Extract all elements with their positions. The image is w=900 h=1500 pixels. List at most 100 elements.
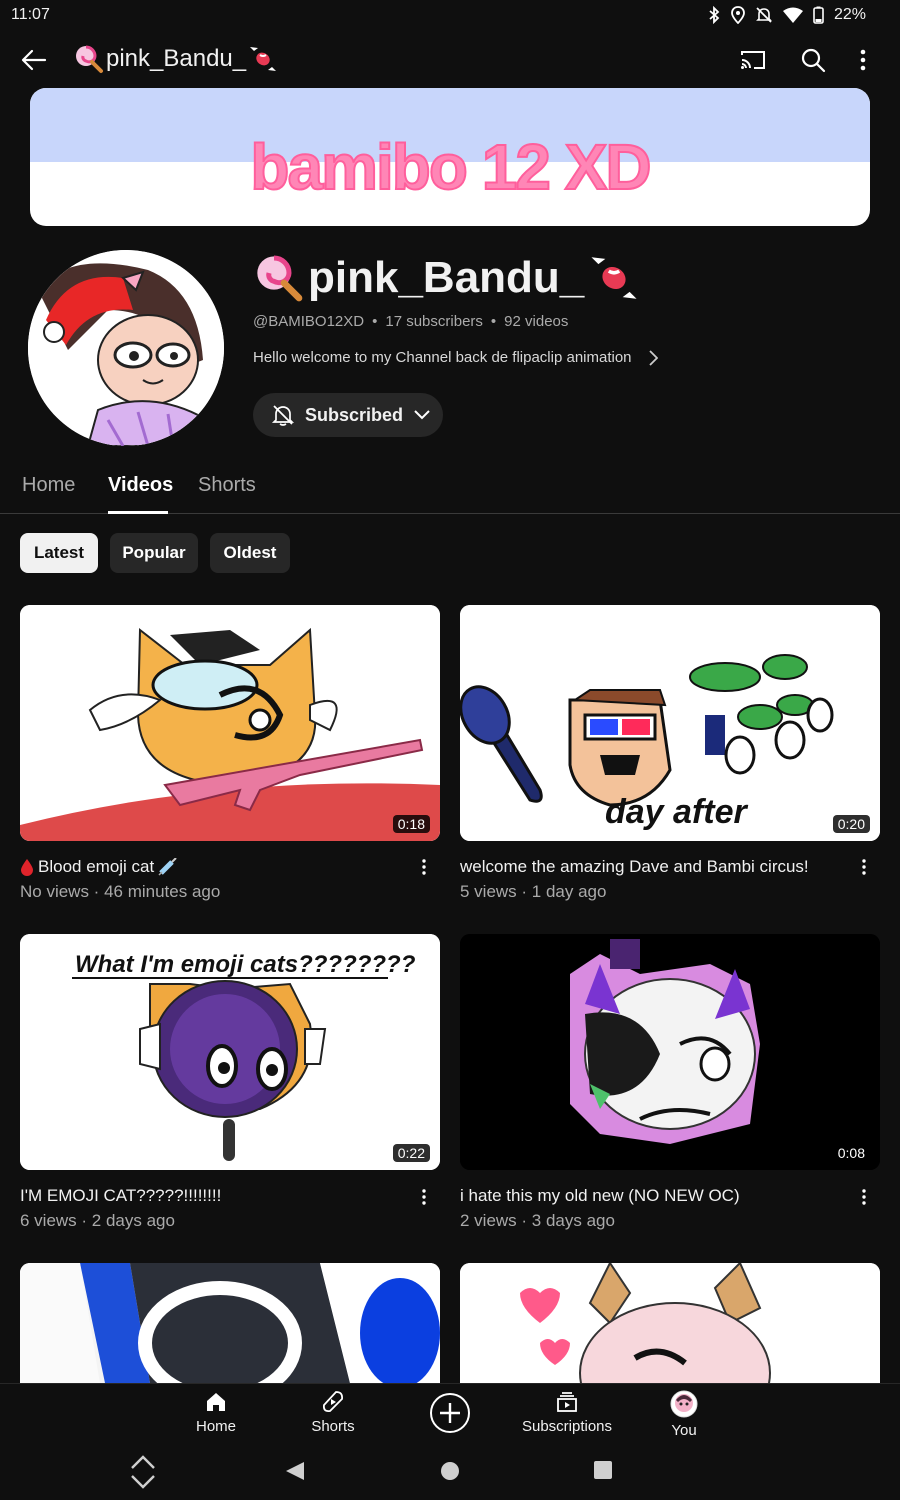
duration-badge: 0:18	[392, 815, 430, 833]
thumbnail-image	[20, 1263, 440, 1383]
channel-description[interactable]: Hello welcome to my Channel back de flip…	[253, 349, 658, 366]
more-vertical-icon	[422, 1189, 426, 1205]
bottom-navigation: Home Shorts Subscriptions You	[0, 1383, 900, 1450]
nav-shorts[interactable]: Shorts	[273, 1390, 393, 1435]
video-more-button[interactable]	[414, 853, 434, 881]
system-navigation-bar	[0, 1450, 900, 1500]
video-title-text: Blood emoji cat	[38, 857, 155, 876]
app-bar: pink_Bandu_	[0, 34, 900, 86]
arrow-left-icon	[21, 49, 47, 71]
search-icon	[801, 48, 826, 73]
video-title[interactable]: welcome the amazing Dave and Bambi circu…	[460, 857, 809, 877]
thumbnail-caption: day after	[605, 793, 748, 831]
channel-name-text: pink_Bandu_	[308, 253, 585, 302]
home-icon	[207, 1393, 225, 1411]
more-options-button[interactable]	[848, 44, 878, 76]
tab-home[interactable]: Home	[22, 474, 75, 497]
video-title[interactable]: I'M EMOJI CAT?????!!!!!!!!	[20, 1186, 221, 1206]
nav-switch-icon[interactable]	[128, 1452, 158, 1492]
chevron-down-icon	[414, 410, 430, 420]
shorts-icon	[322, 1391, 344, 1413]
more-vertical-icon	[860, 49, 866, 71]
video-more-button[interactable]	[854, 1183, 874, 1211]
video-meta: 6 views · 2 days ago	[20, 1211, 175, 1230]
channel-description-text: Hello welcome to my Channel back de flip…	[253, 349, 632, 366]
more-vertical-icon	[422, 859, 426, 875]
duration-badge: 0:08	[837, 1145, 865, 1161]
cast-icon	[741, 51, 765, 69]
thumbnail-image	[20, 605, 440, 841]
chip-oldest[interactable]: Oldest	[210, 533, 290, 573]
video-more-button[interactable]	[854, 853, 874, 881]
nav-subscriptions[interactable]: Subscriptions	[507, 1390, 627, 1435]
subscribed-button[interactable]: Subscribed	[253, 393, 443, 437]
location-icon	[731, 6, 745, 24]
video-title[interactable]: i hate this my old new (NO NEW OC)	[460, 1186, 740, 1206]
channel-handle: @BAMIBO12XD	[253, 313, 365, 330]
nav-home-label: Home	[195, 1418, 236, 1435]
app-title-text: pink_Bandu_	[106, 45, 247, 72]
meta-separator: •	[490, 313, 497, 330]
video-meta: 2 views · 3 days ago	[460, 1211, 615, 1230]
channel-name: pink_Bandu_	[254, 252, 640, 304]
blood-drop-icon	[21, 859, 33, 876]
nav-shorts-label: Shorts	[311, 1418, 355, 1435]
channel-avatar[interactable]	[28, 250, 224, 446]
video-thumbnail[interactable]: 0:18	[20, 605, 440, 841]
notifications-off-icon	[271, 405, 295, 426]
chip-popular[interactable]: Popular	[110, 533, 198, 573]
video-thumbnail[interactable]	[460, 1263, 880, 1383]
video-count: 92 videos	[504, 313, 569, 330]
search-button[interactable]	[796, 44, 830, 76]
nav-you-label: You	[671, 1422, 697, 1439]
banner-text: bamibo 12 XD	[249, 130, 652, 204]
status-icons: 22%	[707, 4, 866, 26]
lollipop-emoji-icon	[76, 45, 103, 73]
video-thumbnail[interactable]	[20, 1263, 440, 1383]
duration-badge: 0:20	[832, 815, 870, 833]
back-triangle-icon[interactable]	[284, 1460, 306, 1482]
video-thumbnail[interactable]: day after 0:20	[460, 605, 880, 841]
thumbnail-image: day after	[460, 605, 880, 841]
tab-videos[interactable]: Videos	[108, 474, 173, 497]
more-vertical-icon	[862, 859, 866, 875]
meta-separator: •	[372, 313, 378, 330]
nav-subscriptions-label: Subscriptions	[521, 1418, 613, 1435]
tab-shorts[interactable]: Shorts	[198, 474, 256, 497]
video-thumbnail[interactable]: 0:08	[460, 934, 880, 1170]
duration-badge: 0:22	[392, 1144, 430, 1162]
status-bar: 11:07 22%	[0, 0, 900, 30]
video-meta: No views · 46 minutes ago	[20, 882, 221, 901]
battery-percent: 22%	[833, 6, 866, 23]
back-button[interactable]	[18, 44, 50, 76]
subscribed-label: Subscribed	[305, 404, 404, 425]
nav-you[interactable]: You	[624, 1390, 744, 1439]
candy-emoji-icon	[250, 47, 277, 71]
add-circle-icon	[430, 1393, 470, 1433]
thumbnail-image	[460, 934, 880, 1170]
user-avatar-icon	[670, 1390, 698, 1418]
syringe-icon	[158, 858, 177, 876]
more-vertical-icon	[862, 1189, 866, 1205]
thumbnail-image: What I'm emoji cats????????	[20, 934, 440, 1170]
app-title: pink_Bandu_	[74, 44, 278, 74]
channel-meta: @BAMIBO12XD • 17 subscribers • 92 videos	[253, 313, 568, 330]
lollipop-emoji-icon	[257, 255, 303, 302]
video-title[interactable]: Blood emoji cat	[20, 857, 178, 877]
wifi-icon	[782, 7, 803, 23]
notifications-off-icon	[756, 7, 772, 23]
home-circle-icon[interactable]	[439, 1460, 461, 1482]
thumbnail-caption: What I'm emoji cats????????	[75, 951, 416, 978]
candy-emoji-icon	[591, 257, 637, 299]
channel-banner: bamibo 12 XD	[30, 88, 870, 226]
active-tab-indicator	[108, 511, 168, 514]
cast-button[interactable]	[736, 44, 770, 76]
recents-square-icon[interactable]	[593, 1460, 613, 1480]
avatar-drawing	[28, 250, 224, 446]
subscriber-count: 17 subscribers	[385, 313, 483, 330]
video-more-button[interactable]	[414, 1183, 434, 1211]
video-thumbnail[interactable]: What I'm emoji cats???????? 0:22	[20, 934, 440, 1170]
nav-home[interactable]: Home	[156, 1390, 276, 1435]
chip-latest[interactable]: Latest	[20, 533, 98, 573]
nav-create[interactable]	[390, 1392, 510, 1434]
